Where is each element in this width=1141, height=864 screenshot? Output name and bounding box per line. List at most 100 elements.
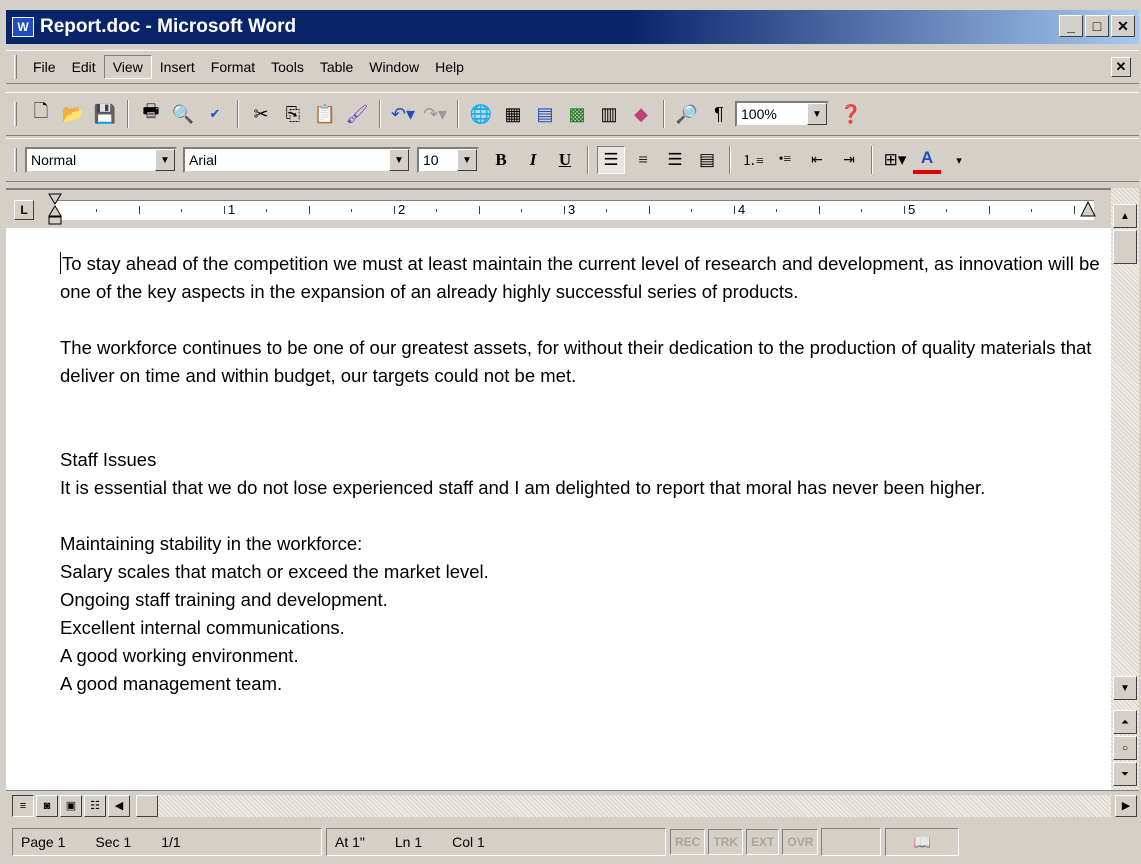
bullets-icon[interactable]: •≡ bbox=[771, 146, 799, 174]
insert-excel-icon[interactable]: ▩ bbox=[563, 100, 591, 128]
list-item[interactable]: A good working environment. bbox=[60, 642, 1100, 670]
justify-icon[interactable]: ▤ bbox=[693, 146, 721, 174]
web-layout-view-icon[interactable]: ◙ bbox=[36, 794, 58, 817]
menu-format[interactable]: Format bbox=[203, 56, 263, 78]
scroll-thumb[interactable] bbox=[1113, 230, 1137, 264]
open-icon[interactable]: 📂 bbox=[59, 100, 87, 128]
list-item[interactable]: A good management team. bbox=[60, 670, 1100, 698]
vertical-scrollbar[interactable]: ▲ ▼ ⏶ ○ ⏷ bbox=[1111, 188, 1139, 790]
font-size-combo[interactable]: 10 ▼ bbox=[417, 147, 479, 173]
redo-icon[interactable]: ↷▾ bbox=[421, 100, 449, 128]
italic-button[interactable]: I bbox=[519, 146, 547, 174]
document-page[interactable]: To stay ahead of the competition we must… bbox=[6, 228, 1111, 790]
menu-edit[interactable]: Edit bbox=[64, 56, 104, 78]
numbering-icon[interactable]: ⒈≡ bbox=[739, 146, 767, 174]
document-close-button[interactable]: ✕ bbox=[1111, 57, 1131, 77]
underline-button[interactable]: U bbox=[551, 146, 579, 174]
next-page-icon[interactable]: ⏷ bbox=[1113, 762, 1137, 786]
zoom-combo[interactable]: 100% ▼ bbox=[735, 101, 829, 127]
borders-icon[interactable]: ⊞▾ bbox=[881, 146, 909, 174]
font-dropdown-icon[interactable]: ▼ bbox=[389, 149, 409, 171]
status-trk[interactable]: TRK bbox=[708, 829, 744, 855]
ruler-tick bbox=[946, 209, 947, 212]
word-app-icon[interactable]: W bbox=[12, 17, 34, 37]
spelling-icon[interactable]: ✔ bbox=[201, 100, 229, 128]
scroll-up-icon[interactable]: ▲ bbox=[1113, 204, 1137, 228]
minimize-button[interactable]: _ bbox=[1059, 15, 1083, 37]
horizontal-ruler[interactable]: L 1 2 3 4 5 bbox=[6, 188, 1111, 228]
menu-view[interactable]: View bbox=[103, 55, 152, 79]
menu-file[interactable]: File bbox=[25, 56, 64, 78]
restore-button[interactable]: □ bbox=[1085, 15, 1109, 37]
paragraph[interactable]: The workforce continues to be one of our… bbox=[60, 334, 1100, 390]
list-item[interactable]: Salary scales that match or exceed the m… bbox=[60, 558, 1100, 586]
menu-window[interactable]: Window bbox=[361, 56, 427, 78]
indent-marker-icon[interactable] bbox=[48, 192, 62, 226]
copy-icon[interactable]: ⎘ bbox=[279, 100, 307, 128]
section-heading[interactable]: Staff Issues bbox=[60, 446, 1100, 474]
list-item[interactable]: Ongoing staff training and development. bbox=[60, 586, 1100, 614]
horizontal-scroll-track[interactable] bbox=[136, 794, 1111, 817]
status-rec[interactable]: REC bbox=[670, 829, 706, 855]
help-icon[interactable]: ❓ bbox=[837, 100, 865, 128]
right-indent-icon[interactable] bbox=[1080, 200, 1096, 218]
status-position-panel[interactable]: Page 1 Sec 1 1/1 bbox=[12, 828, 322, 856]
new-icon[interactable]: 🗋 bbox=[27, 100, 55, 128]
bold-button[interactable]: B bbox=[487, 146, 515, 174]
horizontal-scroll-thumb[interactable] bbox=[136, 794, 158, 817]
print-preview-icon[interactable]: 🔍 bbox=[169, 100, 197, 128]
menu-insert[interactable]: Insert bbox=[152, 56, 203, 78]
print-icon[interactable]: 🖶 bbox=[137, 100, 165, 128]
align-left-icon[interactable]: ☰ bbox=[597, 146, 625, 174]
font-size-dropdown-icon[interactable]: ▼ bbox=[457, 149, 477, 171]
paragraph[interactable]: It is essential that we do not lose expe… bbox=[60, 474, 1100, 502]
previous-page-icon[interactable]: ⏶ bbox=[1113, 710, 1137, 734]
menu-tools[interactable]: Tools bbox=[263, 56, 312, 78]
drawing-icon[interactable]: ◆ bbox=[627, 100, 655, 128]
status-ext[interactable]: EXT bbox=[746, 829, 780, 855]
font-color-icon[interactable]: A bbox=[913, 146, 941, 174]
center-icon[interactable]: ≡ bbox=[629, 146, 657, 174]
toolbar-grip[interactable] bbox=[14, 148, 17, 172]
columns-icon[interactable]: ▥ bbox=[595, 100, 623, 128]
menu-grip[interactable] bbox=[14, 55, 17, 79]
scroll-right-icon[interactable]: ▶ bbox=[1115, 794, 1137, 817]
style-dropdown-icon[interactable]: ▼ bbox=[155, 149, 175, 171]
close-button[interactable]: ✕ bbox=[1111, 15, 1135, 37]
status-ovr[interactable]: OVR bbox=[782, 829, 819, 855]
outline-view-icon[interactable]: ☷ bbox=[84, 794, 106, 817]
menu-help[interactable]: Help bbox=[427, 56, 472, 78]
toolbar-options-icon[interactable]: ▾ bbox=[945, 146, 973, 174]
font-combo[interactable]: Arial ▼ bbox=[183, 147, 411, 173]
list-intro[interactable]: Maintaining stability in the workforce: bbox=[60, 530, 1100, 558]
align-right-icon[interactable]: ☰ bbox=[661, 146, 689, 174]
hyperlink-icon[interactable]: 🌐 bbox=[467, 100, 495, 128]
insert-table-icon[interactable]: ▤ bbox=[531, 100, 559, 128]
status-cursor-panel[interactable]: At 1" Ln 1 Col 1 bbox=[326, 828, 666, 856]
scroll-down-icon[interactable]: ▼ bbox=[1113, 676, 1137, 700]
print-layout-view-icon[interactable]: ▣ bbox=[60, 794, 82, 817]
title-bar[interactable]: W Report.doc - Microsoft Word _ □ ✕ bbox=[6, 10, 1139, 44]
increase-indent-icon[interactable]: ⇥ bbox=[835, 146, 863, 174]
paragraph[interactable]: To stay ahead of the competition we must… bbox=[60, 250, 1100, 306]
save-icon[interactable]: 💾 bbox=[91, 100, 119, 128]
select-browse-object-icon[interactable]: ○ bbox=[1113, 736, 1137, 760]
cut-icon[interactable]: ✂ bbox=[247, 100, 275, 128]
document-map-icon[interactable]: 🔎 bbox=[673, 100, 701, 128]
show-hide-icon[interactable]: ¶ bbox=[705, 100, 733, 128]
menu-table[interactable]: Table bbox=[312, 56, 361, 78]
list-item[interactable]: Excellent internal communications. bbox=[60, 614, 1100, 642]
paste-icon[interactable]: 📋 bbox=[311, 100, 339, 128]
undo-icon[interactable]: ↶▾ bbox=[389, 100, 417, 128]
format-painter-icon[interactable]: 🖌 bbox=[343, 100, 371, 128]
scroll-left-icon[interactable]: ◀ bbox=[108, 794, 130, 817]
toolbar-grip[interactable] bbox=[14, 102, 17, 126]
style-combo[interactable]: Normal ▼ bbox=[25, 147, 177, 173]
document-body[interactable]: To stay ahead of the competition we must… bbox=[60, 250, 1100, 698]
zoom-dropdown-icon[interactable]: ▼ bbox=[807, 103, 827, 125]
normal-view-icon[interactable]: ≡ bbox=[12, 794, 34, 817]
tables-borders-icon[interactable]: ▦ bbox=[499, 100, 527, 128]
tab-selector-button[interactable]: L bbox=[14, 200, 34, 220]
decrease-indent-icon[interactable]: ⇤ bbox=[803, 146, 831, 174]
spelling-status-icon[interactable]: 📖 bbox=[885, 828, 960, 856]
